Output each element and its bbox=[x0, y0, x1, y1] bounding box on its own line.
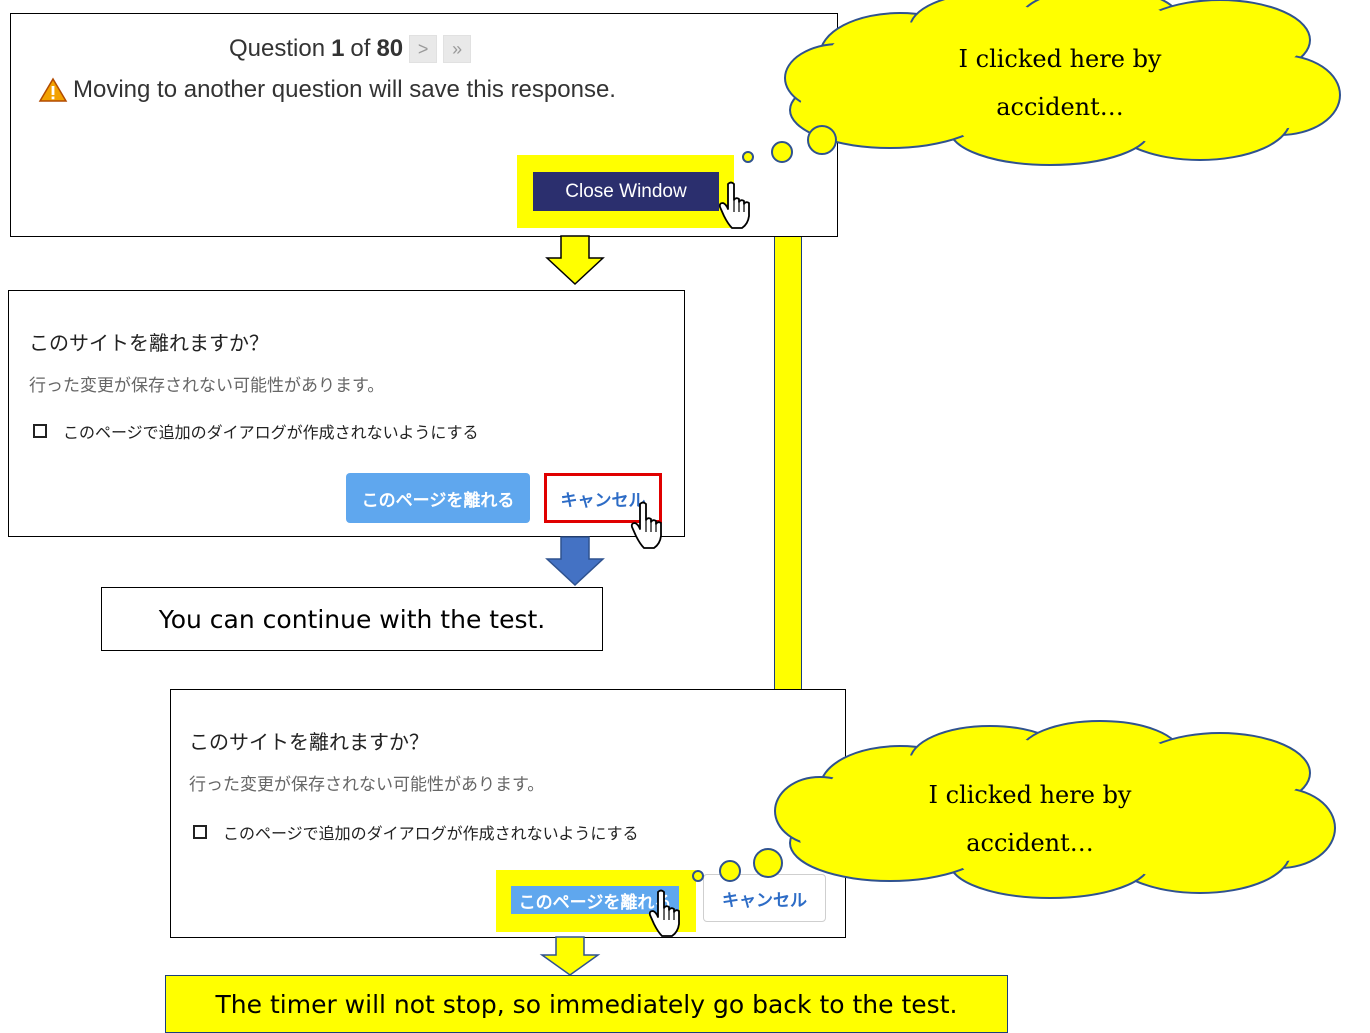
hand-cursor-icon bbox=[718, 181, 750, 229]
leave-site-dialog-1: このサイトを離れますか？ 行った変更が保存されない可能性があります。 このページ… bbox=[8, 290, 685, 537]
hand-cursor-icon bbox=[630, 501, 662, 549]
double-chevron-right-icon: » bbox=[452, 38, 463, 59]
down-arrow-yellow-2 bbox=[539, 936, 601, 976]
down-arrow-yellow-1 bbox=[545, 235, 605, 286]
continue-message: You can continue with the test. bbox=[101, 587, 603, 651]
cloud-top-line-2: accident… bbox=[996, 93, 1124, 121]
warning-icon bbox=[38, 77, 68, 102]
checkbox-label: このページで追加のダイアログが作成されないようにする bbox=[223, 824, 639, 843]
dialog-checkbox-row[interactable]: このページで追加のダイアログが作成されないようにする bbox=[33, 419, 479, 443]
close-window-button[interactable]: Close Window bbox=[533, 172, 719, 211]
checkbox[interactable] bbox=[33, 424, 47, 438]
cloud-bottom-line-1: I clicked here by bbox=[928, 781, 1132, 809]
dialog-subtitle: 行った変更が保存されない可能性があります。 bbox=[29, 376, 385, 396]
cloud-top-text: I clicked here by accident… bbox=[900, 35, 1220, 131]
hand-cursor-icon bbox=[648, 889, 680, 937]
question-label: Question bbox=[229, 35, 326, 62]
cloud-bottom-text: I clicked here by accident… bbox=[870, 771, 1190, 867]
question-of: of bbox=[350, 35, 371, 62]
checkbox-label: このページで追加のダイアログが作成されないようにする bbox=[63, 423, 479, 442]
last-question-button[interactable]: » bbox=[443, 35, 472, 63]
down-arrow-blue bbox=[545, 536, 605, 587]
cloud-bottom-line-2: accident… bbox=[966, 829, 1094, 857]
save-warning: Moving to another question will save thi… bbox=[38, 76, 616, 104]
dialog-checkbox-row[interactable]: このページで追加のダイアログが作成されないようにする bbox=[193, 820, 639, 844]
dialog-title: このサイトを離れますか？ bbox=[189, 730, 429, 754]
question-total: 80 bbox=[376, 35, 404, 62]
question-number: 1 bbox=[331, 35, 345, 62]
dialog-subtitle: 行った変更が保存されない可能性があります。 bbox=[189, 775, 545, 795]
timer-warning-message: The timer will not stop, so immediately … bbox=[165, 975, 1008, 1033]
question-counter: Question 1 of 80 > » bbox=[229, 34, 472, 64]
test-window-panel: Question 1 of 80 > » Moving to another q… bbox=[10, 13, 838, 237]
next-question-button[interactable]: > bbox=[409, 35, 438, 63]
connector-bar bbox=[774, 236, 802, 690]
leave-page-button[interactable]: このページを離れる bbox=[346, 473, 530, 523]
cloud-top-line-1: I clicked here by bbox=[958, 45, 1162, 73]
dialog-title: このサイトを離れますか？ bbox=[29, 331, 269, 355]
checkbox[interactable] bbox=[193, 825, 207, 839]
chevron-right-icon: > bbox=[417, 38, 429, 59]
warning-text: Moving to another question will save thi… bbox=[73, 76, 616, 103]
leave-site-dialog-2: このサイトを離れますか？ 行った変更が保存されない可能性があります。 このページ… bbox=[170, 689, 846, 938]
